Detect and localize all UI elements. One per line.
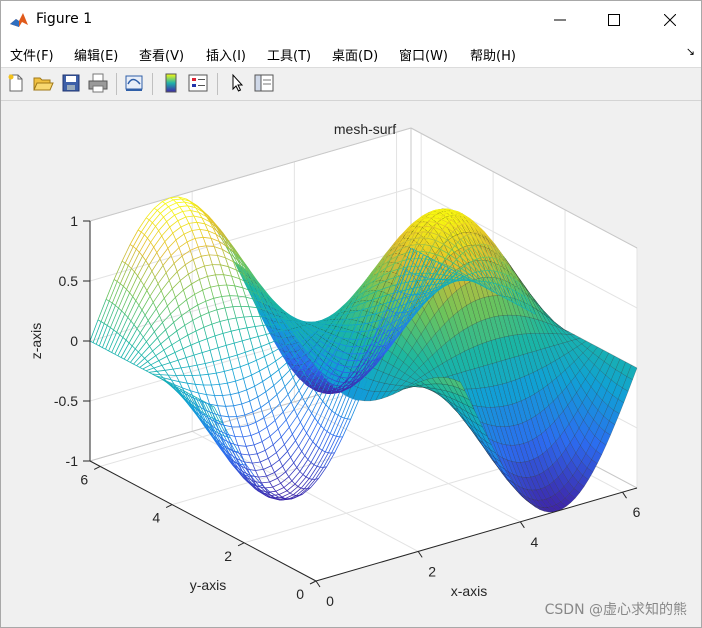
print-icon[interactable]	[87, 72, 109, 94]
x-tick	[519, 521, 525, 529]
mesh-line	[424, 279, 434, 281]
axes-3d[interactable]: 02460246-1-0.500.51mesh-surfx-axisy-axis…	[1, 101, 701, 627]
mesh-line	[342, 323, 346, 325]
mesh-line	[290, 344, 294, 346]
menu-insert[interactable]: 插入(I)	[206, 45, 246, 64]
mesh-line	[291, 330, 295, 332]
x-axis-label: x-axis	[451, 583, 488, 599]
menu-edit[interactable]: 编辑(E)	[74, 45, 118, 64]
insert-colorbar-icon[interactable]	[160, 72, 182, 94]
mesh-line	[348, 324, 357, 326]
menu-bar: 文件(F) 编辑(E) 查看(V) 插入(I) 工具(T) 桌面(D) 窗口(W…	[1, 39, 701, 68]
menu-tools[interactable]: 工具(T)	[267, 45, 311, 64]
z-tick-label: 1	[70, 213, 78, 229]
mesh-line	[243, 316, 253, 318]
x-tick	[622, 491, 627, 499]
dock-arrow-icon[interactable]: ↘	[686, 45, 695, 58]
y-tick-label: 4	[152, 510, 160, 526]
property-inspector-icon[interactable]	[253, 72, 275, 94]
close-button[interactable]	[642, 1, 698, 39]
mesh-line	[419, 237, 428, 239]
window-title: Figure 1	[36, 11, 93, 27]
z-axis-label: z-axis	[28, 323, 44, 360]
title-bar: Figure 1	[1, 1, 701, 39]
pointer-icon[interactable]	[226, 72, 248, 94]
z-tick-label: 0	[70, 333, 78, 349]
maximize-button[interactable]	[586, 1, 642, 39]
y-tick	[309, 580, 317, 585]
mesh-line	[427, 277, 431, 279]
mesh-line	[407, 293, 411, 295]
figure-canvas: 0 2 4 6 0 2 4 6 -1 -0.5 0 0.5 1 mesh-surf x-axis y-axis…	[1, 101, 701, 627]
menu-view[interactable]: 查看(V)	[139, 45, 184, 64]
mesh-line	[430, 278, 435, 280]
mesh-line	[218, 284, 227, 286]
matlab-icon	[9, 10, 29, 30]
mesh-line	[345, 366, 354, 368]
mesh-line	[319, 320, 328, 323]
z-tick-label: 0.5	[59, 273, 79, 289]
close-icon	[664, 14, 676, 26]
new-figure-icon[interactable]	[5, 72, 27, 94]
y-tick	[93, 465, 101, 470]
x-tick	[417, 551, 423, 558]
mesh-line	[209, 254, 218, 256]
toolbar	[1, 68, 701, 101]
y-axis-label: y-axis	[190, 577, 227, 593]
figure-window: Figure 1 文件(F) 编辑(E) 查看(V) 插入(I) 工具(T) 桌…	[0, 0, 702, 628]
save-icon[interactable]	[60, 72, 82, 94]
watermark: CSDN @虚心求知的熊	[544, 602, 687, 618]
y-tick-label: 2	[224, 548, 232, 564]
insert-legend-icon[interactable]	[187, 72, 209, 94]
y-tick	[237, 542, 245, 547]
mesh-line	[357, 372, 362, 374]
menu-window[interactable]: 窗口(W)	[399, 45, 448, 64]
minimize-button[interactable]	[532, 1, 588, 39]
z-tick-label: -0.5	[54, 393, 78, 409]
maximize-icon	[608, 14, 620, 26]
toolbar-separator	[116, 73, 117, 95]
y-tick-label: 0	[296, 586, 304, 602]
z-tick-label: -1	[66, 453, 79, 469]
x-tick-label: 2	[428, 563, 436, 579]
open-file-icon[interactable]	[32, 72, 54, 94]
link-plot-icon[interactable]	[123, 72, 145, 94]
toolbar-separator	[217, 73, 218, 95]
x-tick-label: 0	[326, 593, 334, 609]
menu-desktop[interactable]: 桌面(D)	[332, 45, 378, 64]
x-tick	[315, 580, 321, 588]
mesh-line	[160, 374, 169, 376]
minimize-icon	[554, 19, 566, 21]
mesh-line	[299, 368, 304, 371]
menu-file[interactable]: 文件(F)	[10, 45, 54, 64]
y-tick-label: 6	[80, 471, 88, 487]
mesh-line	[225, 405, 234, 407]
x-tick-label: 6	[633, 504, 641, 520]
chart-title: mesh-surf	[334, 121, 396, 137]
toolbar-separator	[152, 73, 153, 95]
y-tick	[165, 504, 173, 509]
x-tick-label: 4	[530, 534, 538, 550]
menu-help[interactable]: 帮助(H)	[470, 45, 516, 64]
